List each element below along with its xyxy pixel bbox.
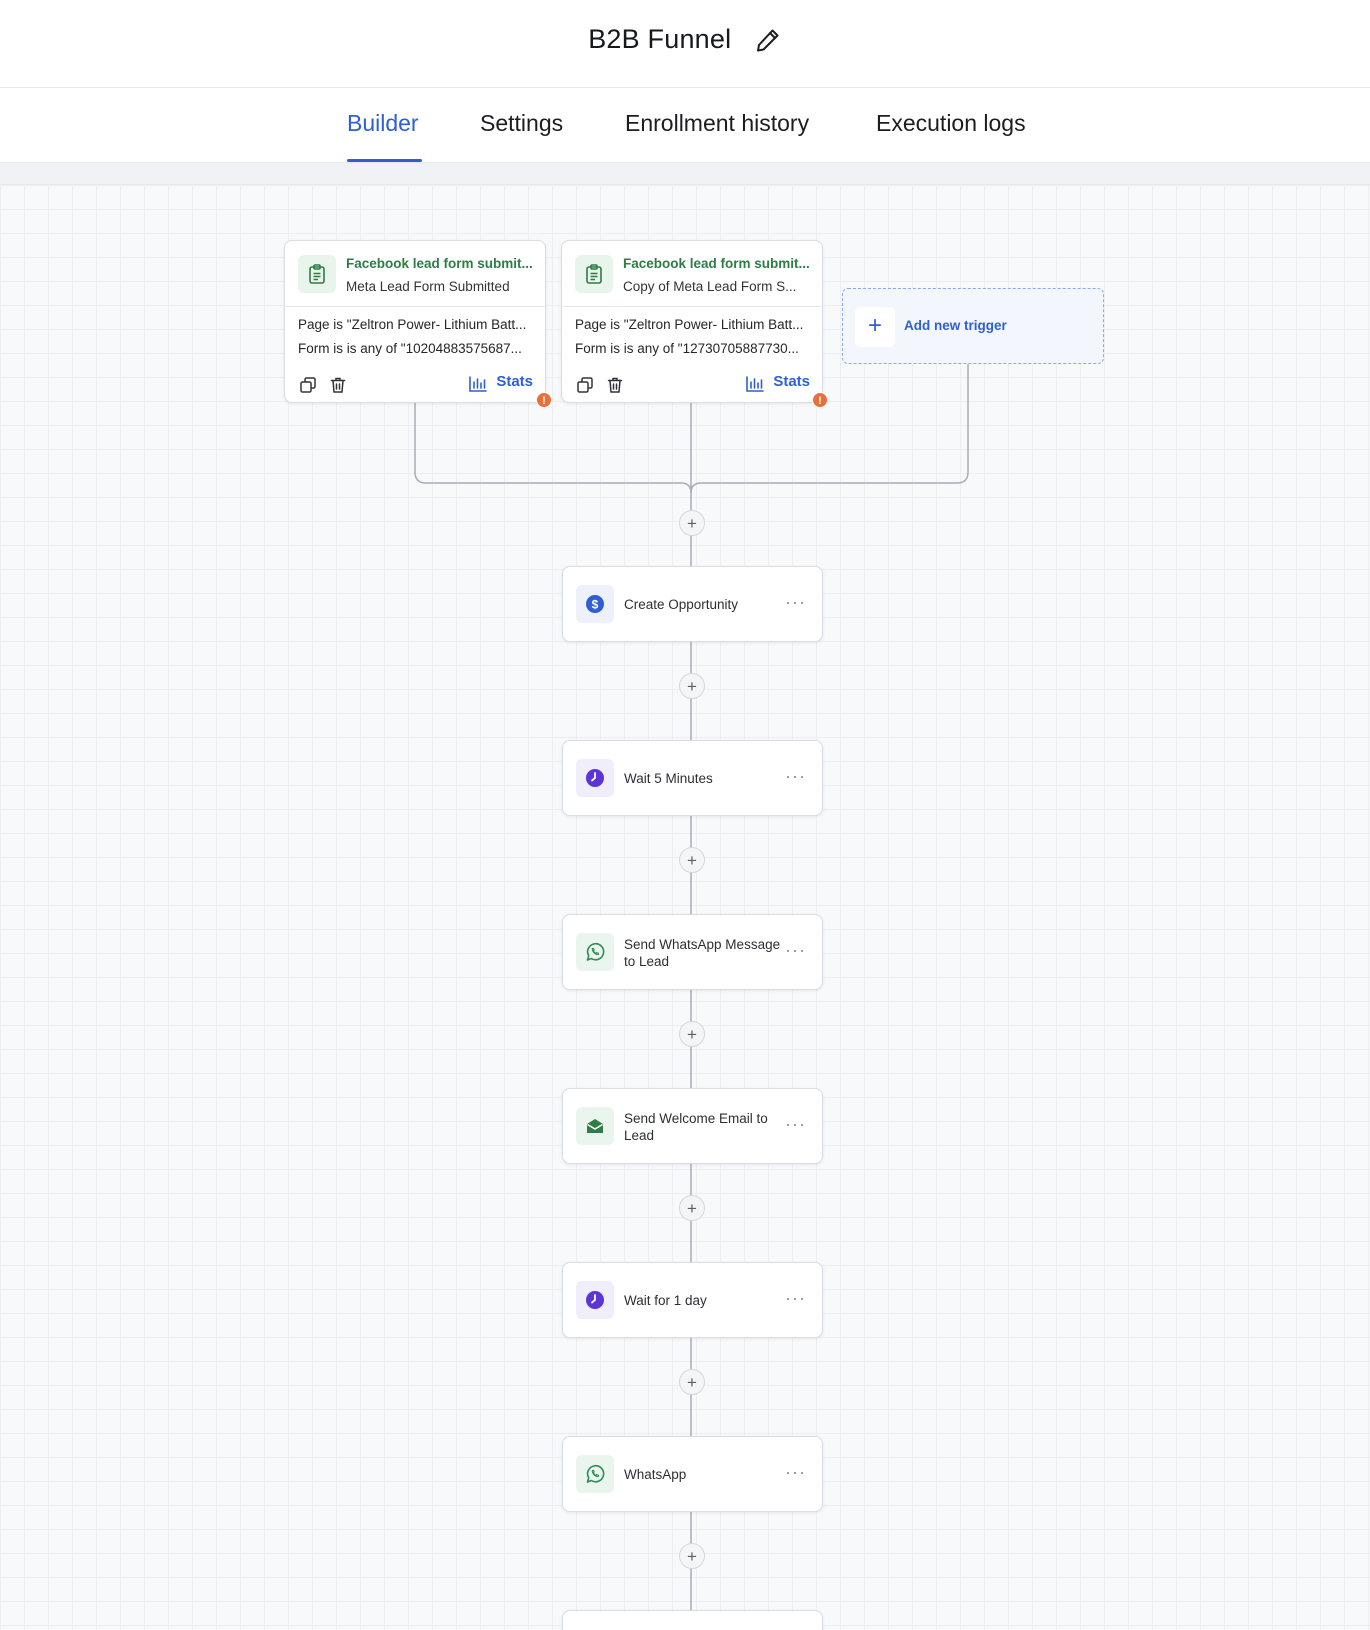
tab-enrollment-history[interactable]: Enrollment history xyxy=(625,110,809,137)
add-trigger-label: Add new trigger xyxy=(904,318,1007,333)
action-card-wait-1-day[interactable]: Wait for 1 day ··· xyxy=(562,1262,823,1338)
bar-chart-icon[interactable] xyxy=(469,376,487,397)
stats-button[interactable]: Stats xyxy=(496,373,533,390)
stats-button[interactable]: Stats xyxy=(773,373,810,390)
bar-chart-icon[interactable] xyxy=(746,376,764,397)
action-card-next[interactable] xyxy=(562,1610,823,1630)
clipboard-icon xyxy=(575,255,613,293)
dollar-icon: $ xyxy=(576,585,614,623)
trigger-title: Facebook lead form submit... xyxy=(346,256,533,271)
action-label: Wait for 1 day xyxy=(624,1293,707,1308)
whatsapp-icon xyxy=(576,1455,614,1493)
add-step-button[interactable]: + xyxy=(679,1543,705,1569)
clock-icon xyxy=(576,759,614,797)
action-card-create-opportunity[interactable]: $ Create Opportunity ··· xyxy=(562,566,823,642)
trigger-card[interactable]: Facebook lead form submit... Copy of Met… xyxy=(561,240,823,403)
warning-badge[interactable]: ! xyxy=(812,392,828,408)
clock-icon xyxy=(576,1281,614,1319)
action-label: WhatsApp xyxy=(624,1467,687,1482)
copy-icon[interactable] xyxy=(299,376,317,399)
page-title: B2B Funnel xyxy=(588,24,732,54)
trigger-subtitle: Copy of Meta Lead Form S... xyxy=(623,279,797,294)
trigger-subtitle: Meta Lead Form Submitted xyxy=(346,279,510,294)
active-tab-indicator xyxy=(347,159,422,162)
more-options-icon[interactable]: ··· xyxy=(785,767,806,785)
more-options-icon[interactable]: ··· xyxy=(785,941,806,959)
pencil-icon[interactable] xyxy=(754,26,782,54)
more-options-icon[interactable]: ··· xyxy=(785,593,806,611)
add-step-button[interactable]: + xyxy=(679,1369,705,1395)
copy-icon[interactable] xyxy=(576,376,594,399)
action-label: Send WhatsApp Message to Lead xyxy=(624,937,781,969)
more-options-icon[interactable]: ··· xyxy=(785,1463,806,1481)
action-label: Send Welcome Email to Lead xyxy=(624,1111,768,1143)
more-options-icon[interactable]: ··· xyxy=(785,1115,806,1133)
trash-icon[interactable] xyxy=(606,376,624,399)
whatsapp-icon xyxy=(576,933,614,971)
trigger-filter-page: Page is "Zeltron Power- Lithium Batt... xyxy=(575,317,804,332)
add-step-button[interactable]: + xyxy=(679,1021,705,1047)
mail-open-icon xyxy=(576,1107,614,1145)
add-step-button[interactable]: + xyxy=(679,510,705,536)
canvas-toolbar xyxy=(0,163,1370,185)
action-card-send-whatsapp[interactable]: Send WhatsApp Message to Lead ··· xyxy=(562,914,823,990)
add-step-button[interactable]: + xyxy=(679,1195,705,1221)
trash-icon[interactable] xyxy=(329,376,347,399)
action-card-whatsapp[interactable]: WhatsApp ··· xyxy=(562,1436,823,1512)
add-step-button[interactable]: + xyxy=(679,847,705,873)
add-step-button[interactable]: + xyxy=(679,673,705,699)
trigger-filter-form: Form is is any of "10204883575687... xyxy=(298,341,522,356)
action-label: Create Opportunity xyxy=(624,597,739,612)
trigger-card[interactable]: Facebook lead form submit... Meta Lead F… xyxy=(284,240,546,403)
trigger-filter-page: Page is "Zeltron Power- Lithium Batt... xyxy=(298,317,527,332)
more-options-icon[interactable]: ··· xyxy=(785,1289,806,1307)
tab-settings[interactable]: Settings xyxy=(480,110,563,137)
tab-execution-logs[interactable]: Execution logs xyxy=(876,110,1026,137)
tab-builder[interactable]: Builder xyxy=(347,110,419,137)
action-card-wait-5-minutes[interactable]: Wait 5 Minutes ··· xyxy=(562,740,823,816)
trigger-title: Facebook lead form submit... xyxy=(623,256,810,271)
header: B2B Funnel xyxy=(0,0,1370,88)
warning-badge[interactable]: ! xyxy=(536,392,552,408)
add-trigger-button[interactable]: + Add new trigger xyxy=(842,288,1104,364)
trigger-filter-form: Form is is any of "12730705887730... xyxy=(575,341,799,356)
clipboard-icon xyxy=(298,255,336,293)
plus-icon: + xyxy=(855,307,895,347)
tab-bar: Builder Settings Enrollment history Exec… xyxy=(0,88,1370,163)
action-label: Wait 5 Minutes xyxy=(624,771,713,786)
workflow-canvas[interactable]: Facebook lead form submit... Meta Lead F… xyxy=(0,185,1370,1630)
svg-text:$: $ xyxy=(592,598,599,612)
action-card-send-welcome-email[interactable]: Send Welcome Email to Lead ··· xyxy=(562,1088,823,1164)
